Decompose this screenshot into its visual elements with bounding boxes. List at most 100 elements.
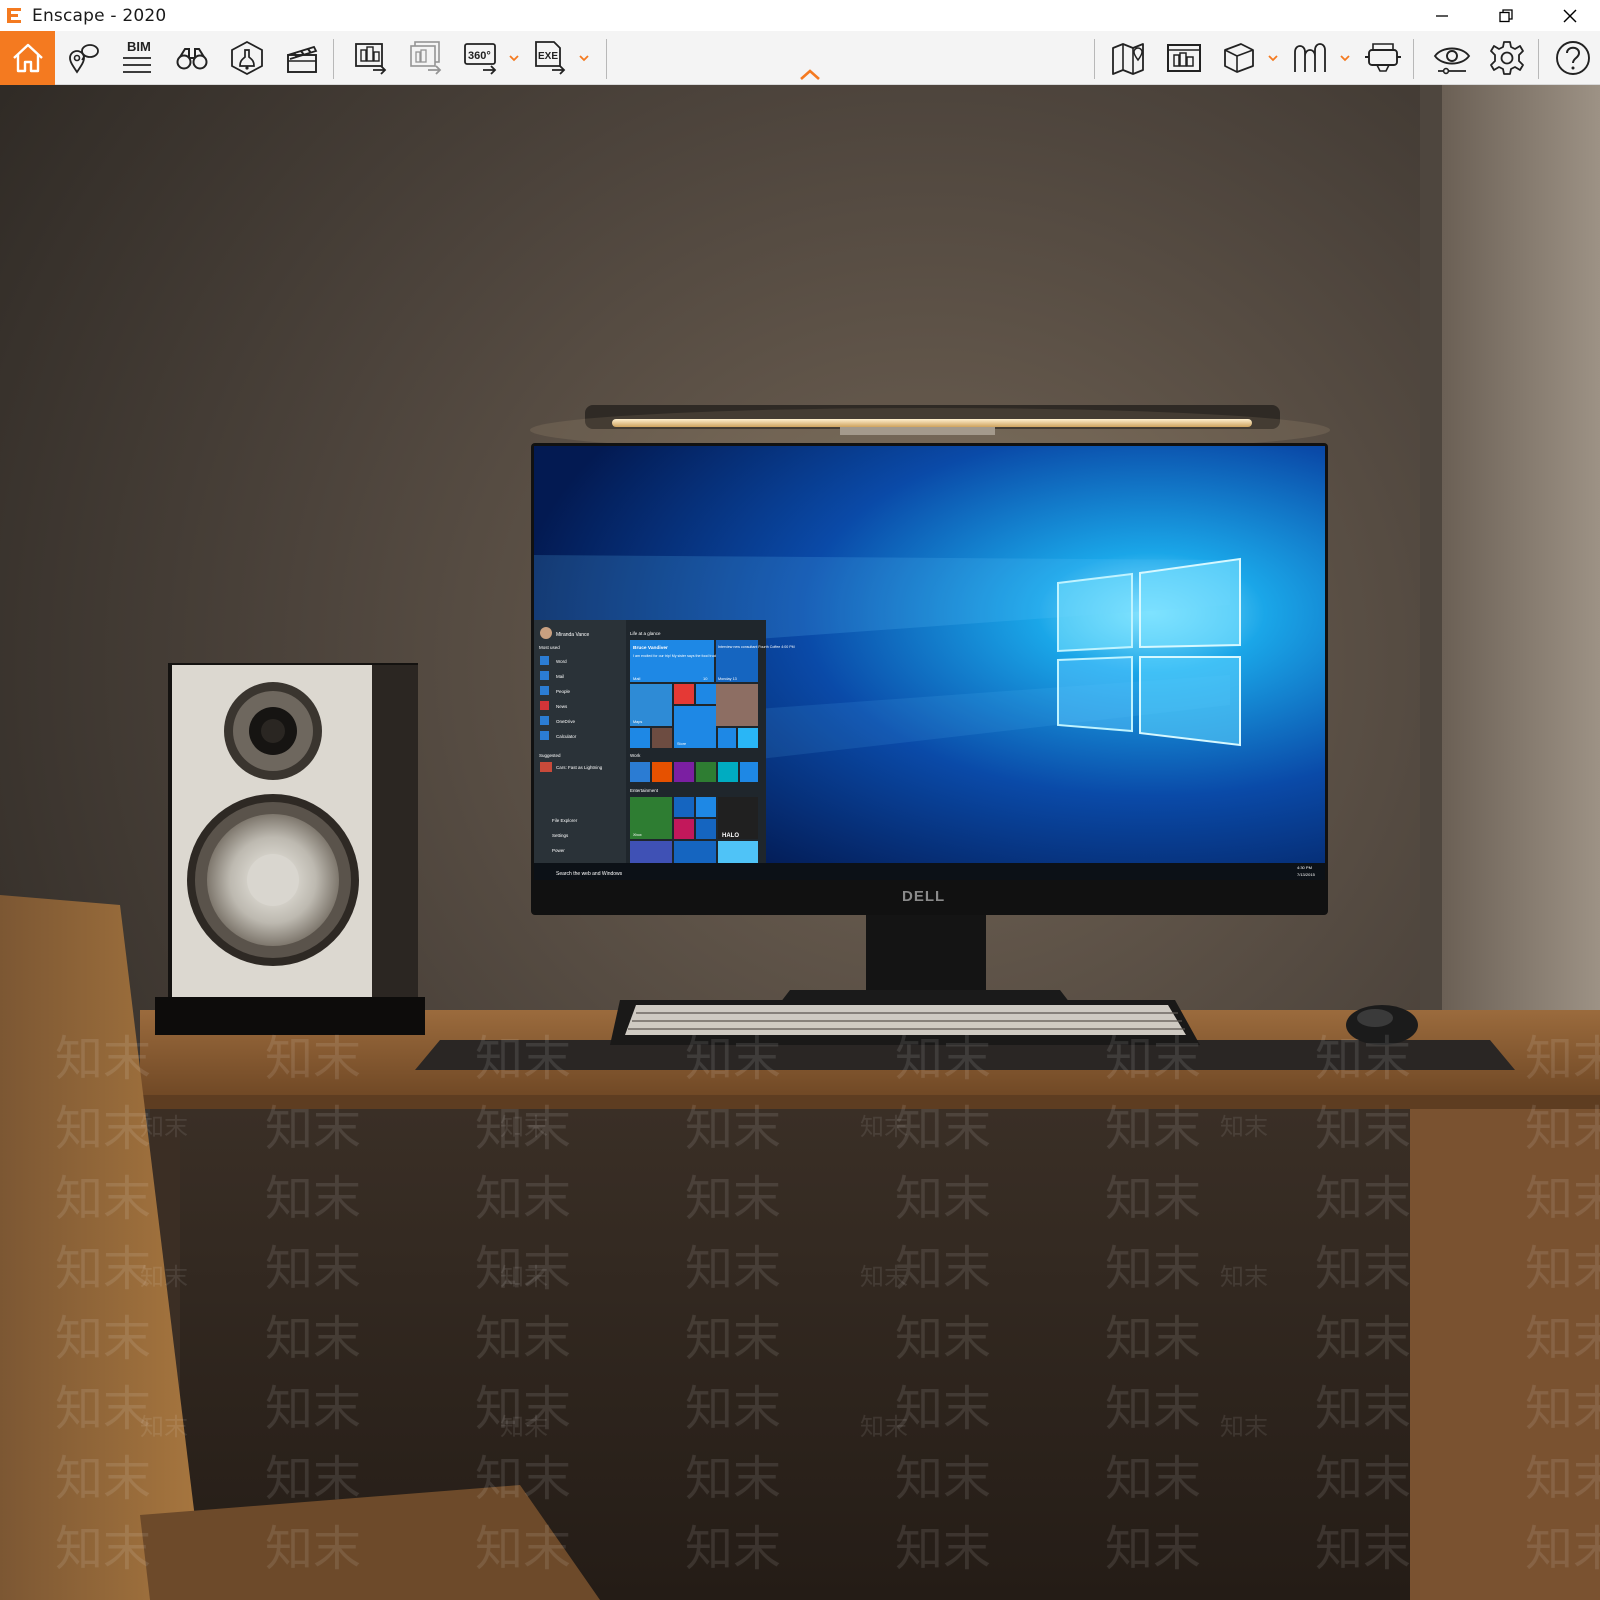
binoculars-icon	[176, 48, 208, 70]
map-button[interactable]	[1102, 31, 1156, 85]
taskbar-time: 4:30 PM	[1297, 865, 1312, 870]
start-item-news: News	[556, 704, 568, 709]
xbox-tile-label: Xbox	[633, 833, 642, 837]
start-suggested-item: Cars: Fast as Lightning	[556, 765, 603, 770]
watermark-text-small: 知末	[860, 1263, 908, 1291]
watermark-text: 知末	[1105, 1381, 1201, 1437]
watermark-text: 知末	[895, 1311, 991, 1367]
start-settings: Settings	[552, 833, 569, 838]
start-item-mail: Mail	[556, 674, 564, 679]
watermark-text: 知末	[895, 1031, 991, 1087]
enscape-toolbar: BIM 360° EXE	[0, 31, 1600, 85]
render-viewport[interactable]: Miranda Vance Most used Word Mail People…	[0, 85, 1600, 1600]
watermark-text: 知末	[1315, 1101, 1411, 1157]
watermark-text: 知末	[895, 1521, 991, 1577]
capture-view-button[interactable]	[1157, 31, 1211, 85]
capture-icon	[1167, 44, 1201, 72]
map-icon	[1112, 43, 1144, 75]
gear-icon	[1490, 41, 1524, 75]
watermark-text: 知末	[1315, 1031, 1411, 1087]
start-power: Power	[552, 848, 565, 853]
eye-icon	[1433, 47, 1471, 75]
exe-export-dropdown[interactable]	[577, 45, 591, 71]
watermark-text-small: 知末	[140, 1263, 188, 1291]
watermark-text: 知末	[55, 1381, 151, 1437]
watermark-text: 知末	[895, 1451, 991, 1507]
store-tile-label: Store	[677, 742, 686, 746]
watermark-text: 知末	[55, 1241, 151, 1297]
halo-tile-label: HALO	[722, 833, 739, 839]
spectators-button[interactable]	[1283, 31, 1337, 85]
toolbar-separator	[1094, 39, 1095, 79]
spectators-dropdown[interactable]	[1338, 45, 1352, 71]
mail-tile-label: Mail	[633, 676, 640, 681]
minimize-button[interactable]	[1414, 0, 1470, 31]
mail-tile-count: 10	[703, 676, 708, 681]
materials-button[interactable]	[1212, 31, 1266, 85]
batch-render-button[interactable]	[399, 31, 453, 85]
watermark-text: 知末	[265, 1031, 361, 1087]
panorama-button[interactable]: 360°	[454, 31, 508, 85]
toolbar-separator	[1413, 39, 1414, 79]
watermark-text: 知末	[685, 1171, 781, 1227]
chevron-down-icon	[1268, 55, 1278, 62]
watermark-text: 知末	[1105, 1101, 1201, 1157]
watermark-text: 知末	[895, 1381, 991, 1437]
walk-mode-button[interactable]	[165, 31, 219, 85]
watermark-text: 知末	[1105, 1031, 1201, 1087]
toolbar-collapse-icon[interactable]	[798, 66, 822, 82]
start-entertainment-header: Entertainment	[630, 788, 659, 793]
watermark-text-small: 知末	[860, 1413, 908, 1441]
vr-headset-icon	[1365, 43, 1401, 72]
views-button[interactable]	[56, 31, 110, 85]
watermark-text: 知末	[895, 1241, 991, 1297]
watermark-text-small: 知末	[500, 1263, 548, 1291]
help-icon	[1556, 41, 1590, 75]
asset-library-button[interactable]	[220, 31, 274, 85]
start-user-name: Miranda Vance	[556, 632, 589, 638]
wall-corner	[1420, 85, 1442, 1045]
watermark-text: 知末	[1105, 1521, 1201, 1577]
visual-settings-button[interactable]	[1425, 31, 1479, 85]
panorama-dropdown[interactable]	[507, 45, 521, 71]
exe-label: EXE	[538, 51, 558, 62]
start-suggested-header: Suggested	[539, 753, 561, 758]
vr-headset-button[interactable]	[1356, 31, 1410, 85]
start-work-header: Work	[630, 753, 641, 758]
start-menu: Miranda Vance Most used Word Mail People…	[534, 620, 795, 868]
watermark-text-small: 知末	[500, 1113, 548, 1141]
restore-button[interactable]	[1478, 0, 1534, 31]
exe-export-button[interactable]: EXE	[523, 31, 577, 85]
watermark-text: 知末	[685, 1521, 781, 1577]
watermark-text: 知末	[55, 1171, 151, 1227]
help-button[interactable]	[1546, 31, 1600, 85]
panorama-label: 360°	[468, 50, 491, 62]
watermark-text: 知末	[685, 1031, 781, 1087]
watermark-text: 知末	[475, 1171, 571, 1227]
mail-tile-sender: Bruce Vandiver	[633, 645, 668, 651]
watermark-text: 知末	[895, 1171, 991, 1227]
asset-icon	[231, 40, 263, 76]
watermark-text: 知末	[475, 1031, 571, 1087]
render-export-icon	[355, 43, 387, 75]
home-button[interactable]	[0, 31, 55, 85]
watermark-text: 知末	[265, 1311, 361, 1367]
bim-label: BIM	[127, 39, 151, 54]
video-editor-button[interactable]	[275, 31, 329, 85]
close-button[interactable]	[1542, 0, 1598, 31]
render-image-button[interactable]	[344, 31, 398, 85]
watermark-text: 知末	[1105, 1171, 1201, 1227]
toolbar-separator	[606, 39, 607, 79]
speaker	[155, 663, 425, 1035]
watermark-text: 知末	[55, 1521, 151, 1577]
settings-button[interactable]	[1480, 31, 1534, 85]
watermark-text: 知末	[1315, 1521, 1411, 1577]
bim-button[interactable]: BIM	[110, 31, 164, 85]
exe-export-icon: EXE	[535, 41, 566, 75]
watermark-text: 知末	[1105, 1311, 1201, 1367]
start-life-header: Life at a glance	[630, 631, 661, 636]
watermark-text: 知末	[55, 1451, 151, 1507]
materials-dropdown[interactable]	[1266, 45, 1280, 71]
watermark-text-small: 知末	[1220, 1113, 1268, 1141]
watermark-text: 知末	[1525, 1241, 1600, 1297]
